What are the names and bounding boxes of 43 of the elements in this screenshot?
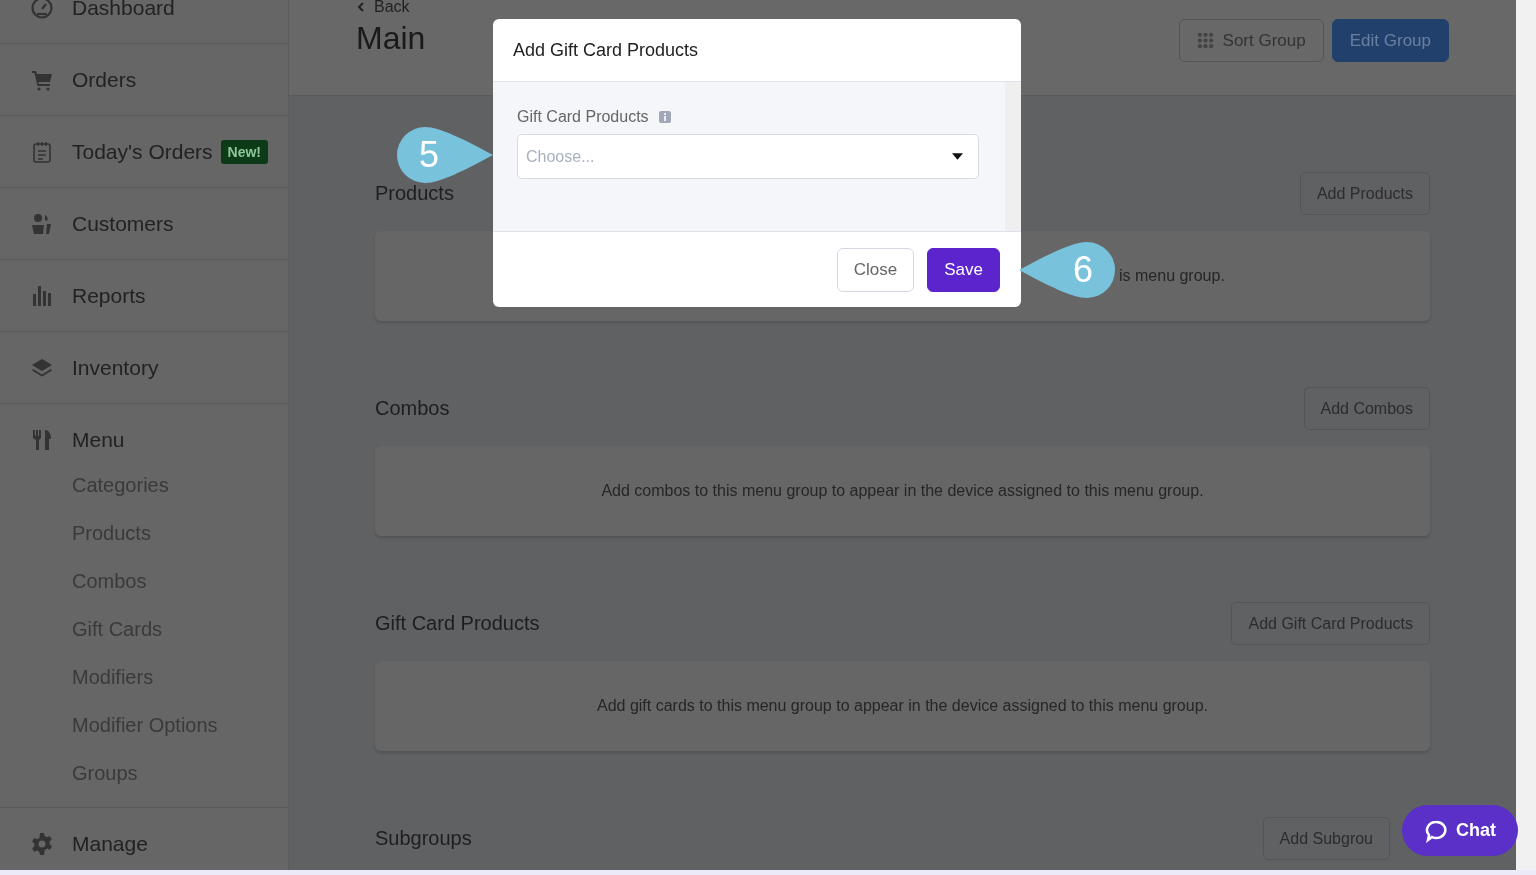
add-button[interactable]: Add Combos bbox=[1303, 387, 1430, 430]
section-title: Gift Card Products bbox=[375, 612, 540, 635]
step-callout: 5 bbox=[395, 125, 495, 185]
grid-dots-icon bbox=[1196, 32, 1214, 49]
bar-chart-icon bbox=[30, 283, 54, 308]
new-badge: New! bbox=[220, 139, 268, 164]
edit-button[interactable]: Edit Group bbox=[1331, 19, 1449, 62]
save-button[interactable]: Save bbox=[927, 247, 1000, 292]
clipboard-icon bbox=[30, 139, 54, 164]
sidebar-item[interactable]: Customers bbox=[72, 211, 174, 236]
section-title: Products bbox=[375, 182, 454, 205]
empty-message: Add combos to this menu group to appear in the device assigned to this menu group. bbox=[601, 482, 1204, 500]
field-label: Gift Card Products bbox=[517, 108, 649, 126]
back-link[interactable]: Back bbox=[356, 0, 426, 16]
sidebar-item[interactable]: Inventory bbox=[72, 355, 159, 380]
info-icon bbox=[658, 111, 671, 123]
empty-message: is menu group. bbox=[1119, 267, 1225, 285]
caret-icon bbox=[952, 153, 963, 160]
scrollbar[interactable] bbox=[1005, 82, 1021, 231]
chevron-left-icon bbox=[356, 2, 366, 12]
speech-bubble-icon bbox=[1424, 818, 1448, 843]
section-title: Subgroups bbox=[375, 827, 472, 850]
sidebar-item[interactable]: Today's Orders bbox=[72, 139, 213, 164]
page-title: Main bbox=[356, 20, 426, 57]
utensils-icon bbox=[30, 427, 54, 452]
sidebar-item[interactable]: Dashboard bbox=[72, 0, 175, 20]
close-button[interactable]: Close bbox=[836, 247, 915, 292]
empty-message: Add gift cards to this menu group to appear in the device assigned to this menu group. bbox=[596, 697, 1208, 715]
add-button[interactable]: Add Products bbox=[1299, 172, 1430, 215]
gauge-icon bbox=[30, 0, 54, 20]
select-field[interactable]: Choose... bbox=[517, 134, 979, 179]
add-button[interactable]: Add Subgrou bbox=[1262, 817, 1390, 860]
people-icon bbox=[30, 211, 54, 236]
sidebar-item[interactable]: Orders bbox=[72, 67, 137, 92]
chat-button[interactable]: Chat bbox=[1402, 805, 1518, 856]
settings-icon bbox=[30, 831, 54, 856]
scrollbar[interactable] bbox=[1516, 0, 1536, 870]
sidebar-item[interactable]: Menu bbox=[72, 427, 125, 452]
modal-title: Add Gift Card Products bbox=[513, 39, 699, 61]
sidebar-item[interactable]: Manage bbox=[72, 831, 148, 856]
step-callout: 6 bbox=[1017, 240, 1117, 300]
sidebar-item[interactable]: Reports bbox=[72, 283, 146, 308]
section-title: Combos bbox=[375, 397, 450, 420]
